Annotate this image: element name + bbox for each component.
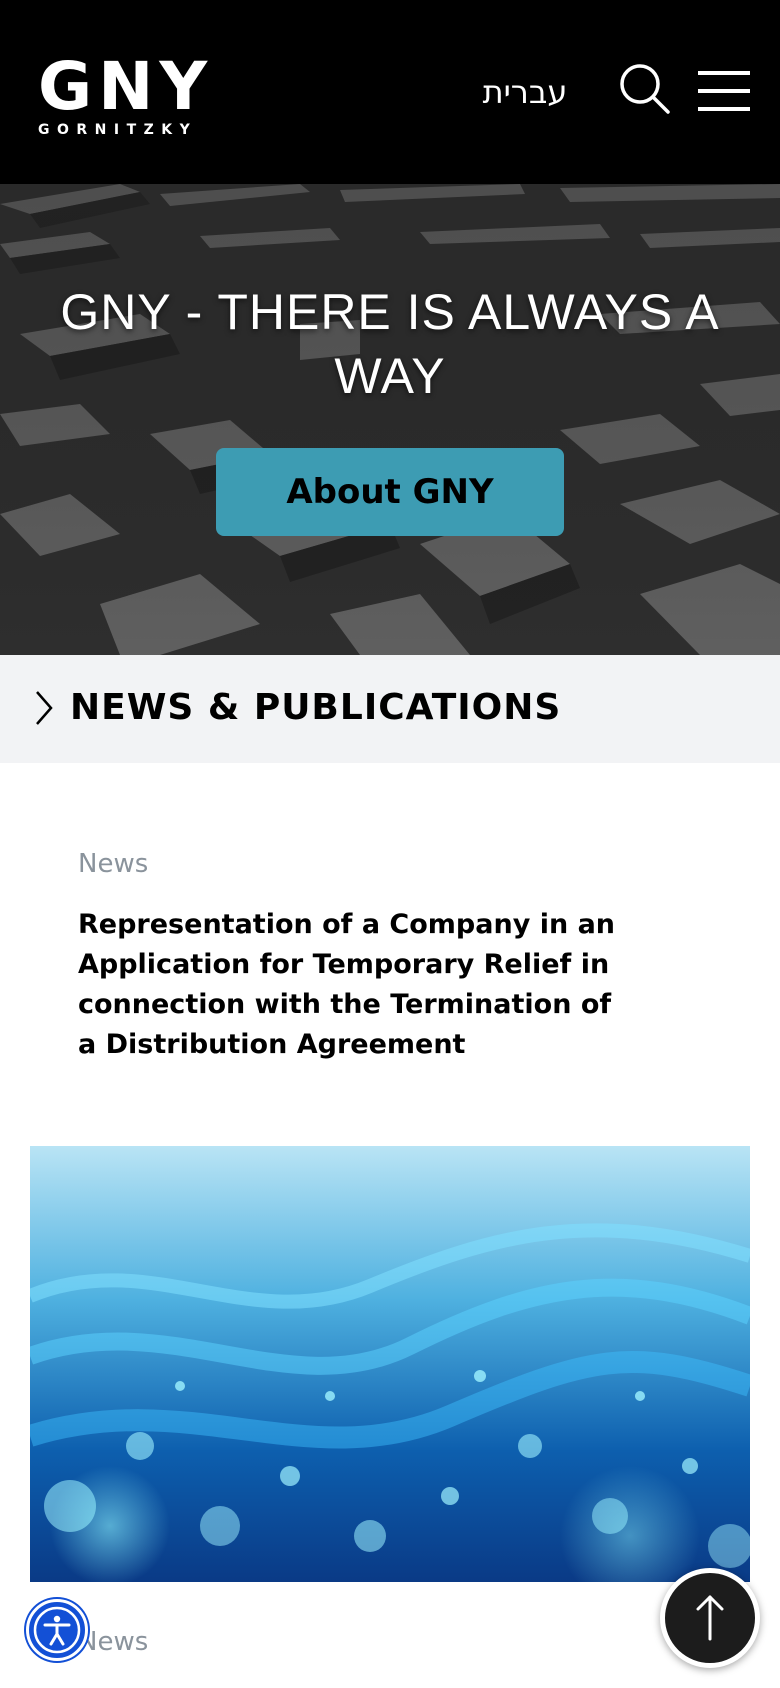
hero-title: GNY - THERE IS ALWAYS A WAY (60, 284, 720, 404)
accessibility-icon (33, 1606, 81, 1654)
menu-button[interactable] (698, 70, 750, 112)
gny-logo[interactable]: GNY GORNITZKY (38, 48, 228, 144)
hamburger-menu-icon (698, 71, 750, 111)
article-category: News (78, 849, 149, 879)
chevron-right-icon (36, 691, 53, 725)
maze-background-image (0, 184, 780, 655)
logo-wordmark: GNY (38, 48, 214, 125)
digital-wave-image (30, 1146, 750, 1582)
logo-subtitle: GORNITZKY (38, 122, 198, 138)
search-icon (620, 64, 670, 114)
arrow-up-icon (696, 1595, 724, 1641)
language-switch-link[interactable]: עברית (470, 70, 580, 114)
site-header: GNY GORNITZKY עברית (0, 0, 780, 184)
hero-banner: GNY - THERE IS ALWAYS A WAY About GNY (0, 184, 780, 655)
article-category: News (78, 1627, 149, 1657)
news-section-title[interactable]: NEWS & PUBLICATIONS (70, 683, 561, 733)
article-image[interactable] (30, 1146, 750, 1582)
about-gny-button[interactable]: About GNY (216, 448, 564, 536)
accessibility-button[interactable] (26, 1599, 88, 1661)
back-to-top-button[interactable] (660, 1568, 760, 1668)
article-title-link[interactable]: Representation of a Company in an Applic… (78, 905, 618, 1065)
search-button[interactable] (618, 62, 672, 116)
